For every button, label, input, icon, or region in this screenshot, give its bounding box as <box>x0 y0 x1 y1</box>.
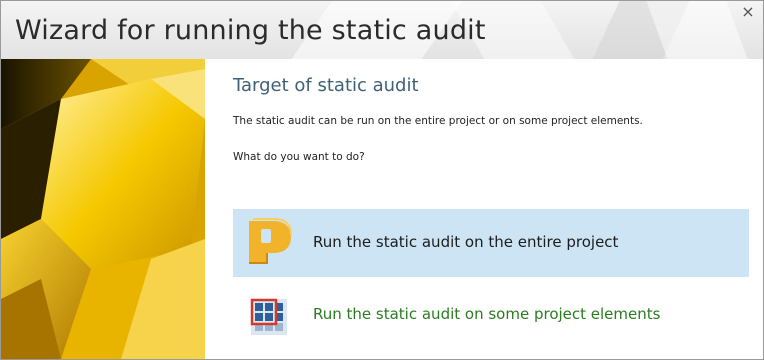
option-entire-project[interactable]: Run the static audit on the entire proje… <box>233 209 749 277</box>
elements-grid-icon <box>250 298 287 335</box>
close-icon[interactable]: × <box>739 3 757 21</box>
question-text: What do you want to do? <box>233 151 365 163</box>
option-label: Run the static audit on some project ele… <box>313 305 661 323</box>
page-heading: Target of static audit <box>233 75 419 96</box>
project-p-icon <box>249 218 292 264</box>
wizard-content: Target of static audit The static audit … <box>205 59 763 359</box>
yellow-tiles-artwork <box>1 59 205 359</box>
title-bar: Wizard for running the static audit × <box>1 1 763 59</box>
sidebar-decorative-image <box>1 59 205 359</box>
option-label: Run the static audit on the entire proje… <box>313 233 619 251</box>
description-text: The static audit can be run on the entir… <box>233 115 643 127</box>
wizard-window: Wizard for running the static audit × Ta… <box>0 0 764 360</box>
option-some-elements[interactable]: Run the static audit on some project ele… <box>233 285 749 345</box>
window-title: Wizard for running the static audit <box>15 15 486 46</box>
